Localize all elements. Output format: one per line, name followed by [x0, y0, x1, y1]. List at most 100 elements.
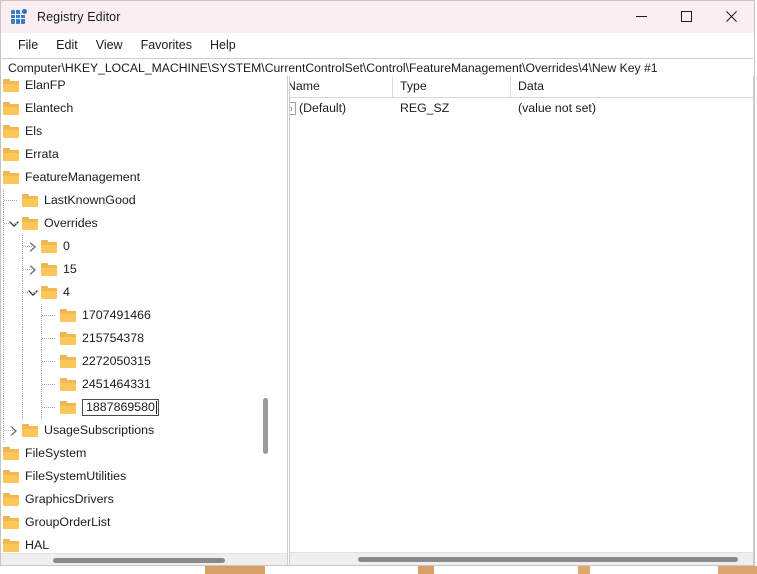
tree-item-label: FileSystem [25, 446, 87, 460]
tree-item-label: UsageSubscriptions [44, 423, 155, 437]
tree-horizontal-scrollbar[interactable] [1, 553, 287, 565]
close-button[interactable] [709, 1, 754, 32]
values-column-header: Name Type Data [290, 76, 754, 98]
window-title: Registry Editor [37, 9, 121, 24]
values-inner: Name Type Data ab(Default) REG_SZ (value n… [290, 76, 754, 118]
tree-item-featuremanagement[interactable]: FeatureManagement [1, 166, 266, 189]
values-rows: ab(Default) REG_SZ (value not set) [290, 98, 754, 118]
folder-icon [41, 239, 58, 254]
folder-icon [60, 308, 77, 323]
rename-key-input[interactable]: 1887869580 [82, 399, 159, 416]
tree-item-label: GraphicsDrivers [25, 492, 114, 506]
tree-item-0[interactable]: 0 [1, 235, 266, 258]
folder-icon [3, 492, 20, 507]
tree-item-2451464331[interactable]: 2451464331 [1, 373, 266, 396]
menu-bar: File Edit View Favorites Help [1, 33, 754, 58]
minimize-icon [636, 16, 647, 17]
tree-item-label: 0 [63, 239, 70, 253]
menu-item-edit[interactable]: Edit [47, 36, 87, 54]
registry-icon-badge [21, 7, 28, 15]
folder-icon [60, 400, 77, 415]
text-caret [155, 401, 157, 414]
address-path: Computer\HKEY_LOCAL_MACHINE\SYSTEM\Curre… [8, 60, 658, 75]
tree-item-filesystem[interactable]: FileSystem [1, 442, 266, 465]
tree-item-4[interactable]: 4 [1, 281, 266, 304]
tree-item-label: 15 [63, 262, 77, 276]
tree-item-1887869580[interactable]: 1887869580 [1, 396, 266, 419]
menu-item-view[interactable]: View [87, 36, 132, 54]
values-clip: Name Type Data ab(Default) REG_SZ (value n… [290, 76, 754, 553]
value-name-cell: ab(Default) [290, 98, 393, 118]
tree-item-15[interactable]: 15 [1, 258, 266, 281]
background-window-segment [205, 566, 265, 574]
menu-item-help[interactable]: Help [201, 36, 245, 54]
background-window-segment [418, 566, 434, 574]
values-horizontal-scrollbar[interactable] [290, 552, 754, 565]
tree-item-grouporderlist[interactable]: GroupOrderList [1, 511, 266, 534]
registry-tree-pane: ElanFP Elantech Els Errata FeatureManagement… [1, 76, 287, 565]
title-bar: Registry Editor [1, 1, 754, 33]
tree-item-usagesubscriptions[interactable]: UsageSubscriptions [1, 419, 266, 442]
tree-item-label: GroupOrderList [25, 515, 111, 529]
folder-icon [60, 354, 77, 369]
tree-item-label: HAL [25, 538, 50, 552]
folder-icon [3, 538, 20, 553]
tree-item-label: 4 [63, 285, 70, 299]
folder-icon [41, 262, 58, 277]
tree-item-elantech[interactable]: Elantech [1, 97, 266, 120]
string-value-icon: ab [290, 101, 296, 115]
column-header-type[interactable]: Type [393, 76, 511, 97]
tree-item-label: Elantech [25, 101, 74, 115]
tree-item-errata[interactable]: Errata [1, 143, 266, 166]
tree-item-label: Overrides [44, 216, 98, 230]
tree-item-label: Els [25, 124, 43, 138]
menu-item-file[interactable]: File [9, 36, 47, 54]
tree-item-label: 215754378 [82, 331, 145, 345]
column-header-name[interactable]: Name [290, 76, 393, 97]
tree-item-els[interactable]: Els [1, 120, 266, 143]
folder-icon [3, 446, 20, 461]
tree-horizontal-scroll-thumb[interactable] [53, 558, 225, 563]
tree-item-label: FileSystemUtilities [25, 469, 127, 483]
tree-item-215754378[interactable]: 215754378 [1, 327, 266, 350]
folder-icon [60, 331, 77, 346]
tree-item-label: 2272050315 [82, 354, 151, 368]
values-horizontal-scroll-thumb[interactable] [358, 557, 738, 562]
registry-values-pane: Name Type Data ab(Default) REG_SZ (value n… [290, 76, 754, 565]
column-header-data[interactable]: Data [511, 76, 754, 97]
value-row[interactable]: ab(Default) REG_SZ (value not set) [290, 98, 754, 118]
folder-icon [60, 377, 77, 392]
folder-icon [41, 285, 58, 300]
window-controls [619, 1, 754, 32]
tree-item-2272050315[interactable]: 2272050315 [1, 350, 266, 373]
folder-icon [22, 193, 39, 208]
tree-item-lastknowngood[interactable]: LastKnownGood [1, 189, 266, 212]
maximize-button[interactable] [664, 1, 709, 32]
tree-item-graphicsdrivers[interactable]: GraphicsDrivers [1, 488, 266, 511]
menu-item-favorites[interactable]: Favorites [132, 36, 201, 54]
tree-item-label: FeatureManagement [25, 170, 141, 184]
tree-item-filesystemutilities[interactable]: FileSystemUtilities [1, 465, 266, 488]
folder-icon [3, 101, 20, 116]
panes-container: ElanFP Elantech Els Errata FeatureManagement… [1, 76, 754, 565]
tree-item-hal[interactable]: HAL [1, 534, 266, 553]
pane-right-edge [753, 76, 754, 565]
tree-item-overrides[interactable]: Overrides [1, 212, 266, 235]
folder-icon [3, 124, 20, 139]
tree-item-1707491466[interactable]: 1707491466 [1, 304, 266, 327]
tree-vertical-scroll-thumb[interactable] [263, 398, 268, 454]
registry-editor-icon [11, 7, 28, 25]
rename-key-value: 1887869580 [86, 400, 155, 414]
value-name-text: (Default) [299, 101, 347, 115]
close-icon [726, 11, 737, 22]
folder-icon [3, 170, 20, 185]
tree-item-elanfp[interactable]: ElanFP [1, 76, 266, 97]
maximize-icon [681, 11, 692, 22]
folder-icon [22, 216, 39, 231]
folder-icon [22, 423, 39, 438]
tree-rows: ElanFP Elantech Els Errata FeatureManagement… [1, 76, 266, 553]
tree-vertical-scrollbar[interactable] [260, 76, 271, 553]
minimize-button[interactable] [619, 1, 664, 32]
tree-scroll-area: ElanFP Elantech Els Errata FeatureManagement… [1, 76, 266, 553]
address-bar[interactable]: Computer\HKEY_LOCAL_MACHINE\SYSTEM\Curre… [2, 58, 753, 77]
